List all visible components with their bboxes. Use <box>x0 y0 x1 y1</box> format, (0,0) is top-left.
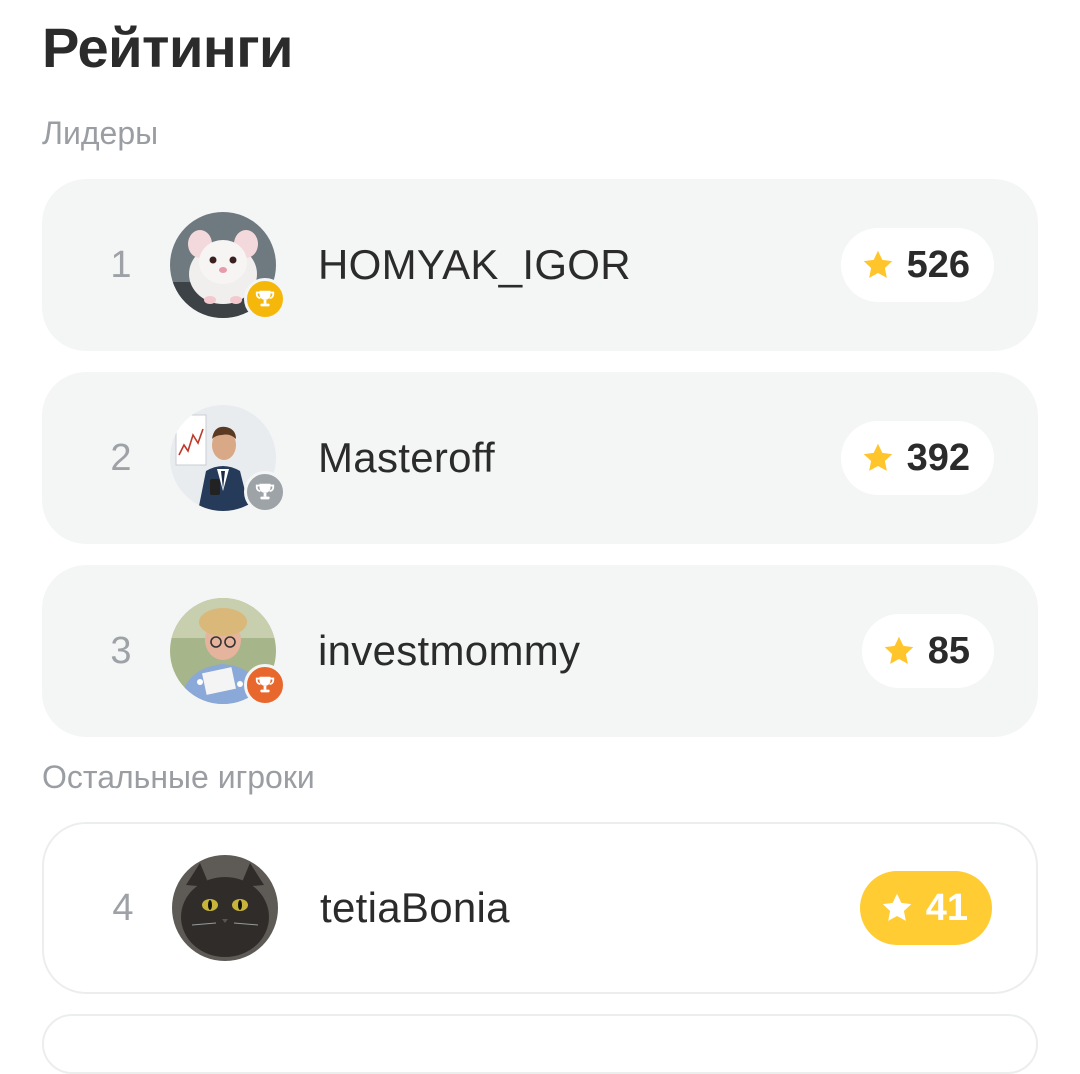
username: tetiaBonia <box>320 884 510 931</box>
bronze-trophy-icon <box>244 664 286 706</box>
cat-avatar <box>172 855 278 961</box>
username: HOMYAK_IGOR <box>318 241 631 288</box>
avatar[interactable] <box>170 405 286 513</box>
leader-row-2[interactable]: 2 Masteroff 392 <box>42 372 1038 544</box>
leader-row-3[interactable]: 3 investmommy 85 <box>42 565 1038 737</box>
score-badge: 85 <box>861 614 994 688</box>
ratings-page: Рейтинги Лидеры 1 HOMYAK_IGOR 526 2 Mast… <box>0 0 1080 1074</box>
score-value: 41 <box>925 886 968 929</box>
score-value: 526 <box>906 243 970 286</box>
gold-trophy-icon <box>244 278 286 320</box>
avatar[interactable] <box>170 212 286 320</box>
leaders-section-label: Лидеры <box>42 115 159 151</box>
score-badge: 526 <box>840 228 994 302</box>
star-icon <box>859 439 897 477</box>
rank-number: 3 <box>110 629 132 672</box>
score-badge: 392 <box>840 421 994 495</box>
rank-number: 2 <box>110 436 132 479</box>
username: Masteroff <box>318 434 495 481</box>
score-badge: 41 <box>859 871 992 945</box>
others-section-label: Остальные игроки <box>42 759 315 795</box>
username: investmommy <box>318 627 581 674</box>
star-icon <box>878 889 916 927</box>
rank-number: 4 <box>112 886 134 929</box>
star-icon <box>880 632 918 670</box>
page-title: Рейтинги <box>42 16 293 79</box>
rank-number: 1 <box>110 243 132 286</box>
player-row-4[interactable]: 4 tetiaBonia 41 <box>42 822 1038 994</box>
avatar[interactable] <box>172 855 278 961</box>
score-value: 392 <box>906 436 970 479</box>
leader-row-1[interactable]: 1 HOMYAK_IGOR 526 <box>42 179 1038 351</box>
score-value: 85 <box>927 629 970 672</box>
silver-trophy-icon <box>244 471 286 513</box>
avatar[interactable] <box>170 598 286 706</box>
player-row-next[interactable] <box>42 1014 1038 1074</box>
star-icon <box>859 246 897 284</box>
